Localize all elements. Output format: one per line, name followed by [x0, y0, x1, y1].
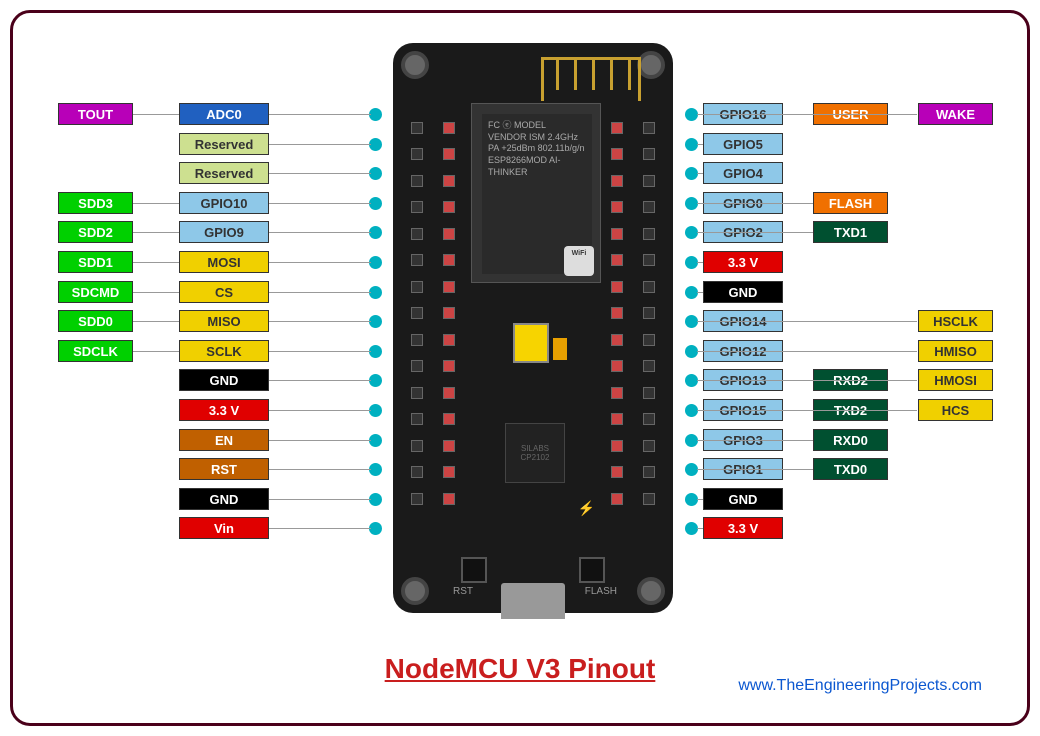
pin-label-gnd: GND — [179, 369, 269, 391]
pin-connector — [697, 292, 703, 293]
pin-connector — [269, 440, 371, 441]
pin-header-left-outer — [401, 107, 433, 519]
pin-header-left-inner — [433, 107, 465, 519]
pin-connector — [269, 380, 371, 381]
pin-header-right-inner — [601, 107, 633, 519]
pin-connector — [697, 262, 703, 263]
pin-label-gnd: GND — [703, 488, 783, 510]
nodemcu-board: FC ⓔ MODEL VENDOR ISM 2.4GHz PA +25dBm 8… — [393, 43, 673, 613]
led-component — [513, 323, 549, 363]
pin-label-txd0: TXD0 — [813, 458, 888, 480]
mount-hole — [637, 577, 665, 605]
rst-silkscreen: RST — [453, 586, 473, 597]
pin-connector — [697, 380, 917, 381]
pin-connector — [269, 173, 371, 174]
attribution-link: www.TheEngineeringProjects.com — [738, 677, 982, 695]
pin-label-reserved: Reserved — [179, 162, 269, 184]
pin-connector — [697, 410, 917, 411]
pin-label-rst: RST — [179, 458, 269, 480]
pin-label-cs: CS — [179, 281, 269, 303]
pin-label-gpio4: GPIO4 — [703, 162, 783, 184]
pin-label-adc0: ADC0 — [179, 103, 269, 125]
pin-connector — [697, 351, 917, 352]
mount-hole — [637, 51, 665, 79]
pin-label-wake: WAKE — [918, 103, 993, 125]
pin-label-vin: Vin — [179, 517, 269, 539]
lightning-icon: ⚡ — [578, 500, 595, 517]
pin-label-sclk: SCLK — [179, 340, 269, 362]
flash-silkscreen: FLASH — [585, 586, 617, 597]
pin-connector — [697, 321, 917, 322]
pin-connector — [697, 203, 813, 204]
pin-connector — [697, 173, 703, 174]
pin-label-sdd2: SDD2 — [58, 221, 133, 243]
mount-hole — [401, 577, 429, 605]
pin-label-gpio9: GPIO9 — [179, 221, 269, 243]
led-component-small — [553, 338, 567, 360]
antenna-icon — [541, 57, 641, 101]
esp8266-module: FC ⓔ MODEL VENDOR ISM 2.4GHz PA +25dBm 8… — [471, 103, 601, 283]
pin-label-txd1: TXD1 — [813, 221, 888, 243]
pin-connector — [269, 144, 371, 145]
pin-connector — [697, 144, 703, 145]
flash-button — [579, 557, 605, 583]
pin-connector — [697, 232, 813, 233]
wifi-icon: WiFi — [564, 246, 594, 276]
diagram-frame: FC ⓔ MODEL VENDOR ISM 2.4GHz PA +25dBm 8… — [10, 10, 1030, 726]
pin-label-hmosi: HMOSI — [918, 369, 993, 391]
pin-connector — [697, 499, 703, 500]
pin-label-sdcmd: SDCMD — [58, 281, 133, 303]
mount-hole — [401, 51, 429, 79]
pin-label-gpio10: GPIO10 — [179, 192, 269, 214]
pin-connector — [269, 469, 371, 470]
pin-label-en: EN — [179, 429, 269, 451]
pin-label-sdd0: SDD0 — [58, 310, 133, 332]
pin-label-tout: TOUT — [58, 103, 133, 125]
pin-label-hsclk: HSCLK — [918, 310, 993, 332]
pin-connector — [697, 469, 813, 470]
reset-button — [461, 557, 487, 583]
pin-label-rxd0: RXD0 — [813, 429, 888, 451]
pin-connector — [269, 499, 371, 500]
pin-connector — [697, 528, 703, 529]
pin-label-gnd: GND — [179, 488, 269, 510]
pin-label-reserved: Reserved — [179, 133, 269, 155]
pin-label-hmiso: HMISO — [918, 340, 993, 362]
pin-label-gpio5: GPIO5 — [703, 133, 783, 155]
usb-serial-ic: SILABS CP2102 — [505, 423, 565, 483]
pin-connector — [697, 440, 813, 441]
pin-header-right-outer — [633, 107, 665, 519]
pin-label-sdd3: SDD3 — [58, 192, 133, 214]
micro-usb-port — [501, 583, 565, 619]
pin-label-flash: FLASH — [813, 192, 888, 214]
pin-label-mosi: MOSI — [179, 251, 269, 273]
pin-label-sdd1: SDD1 — [58, 251, 133, 273]
pin-label-33v: 3.3 V — [179, 399, 269, 421]
pin-label-miso: MISO — [179, 310, 269, 332]
pin-label-33v: 3.3 V — [703, 517, 783, 539]
pin-label-sdclk: SDCLK — [58, 340, 133, 362]
pin-connector — [269, 528, 371, 529]
pin-label-gnd: GND — [703, 281, 783, 303]
pin-label-hcs: HCS — [918, 399, 993, 421]
pin-label-33v: 3.3 V — [703, 251, 783, 273]
pin-connector — [269, 410, 371, 411]
pin-connector — [697, 114, 917, 115]
